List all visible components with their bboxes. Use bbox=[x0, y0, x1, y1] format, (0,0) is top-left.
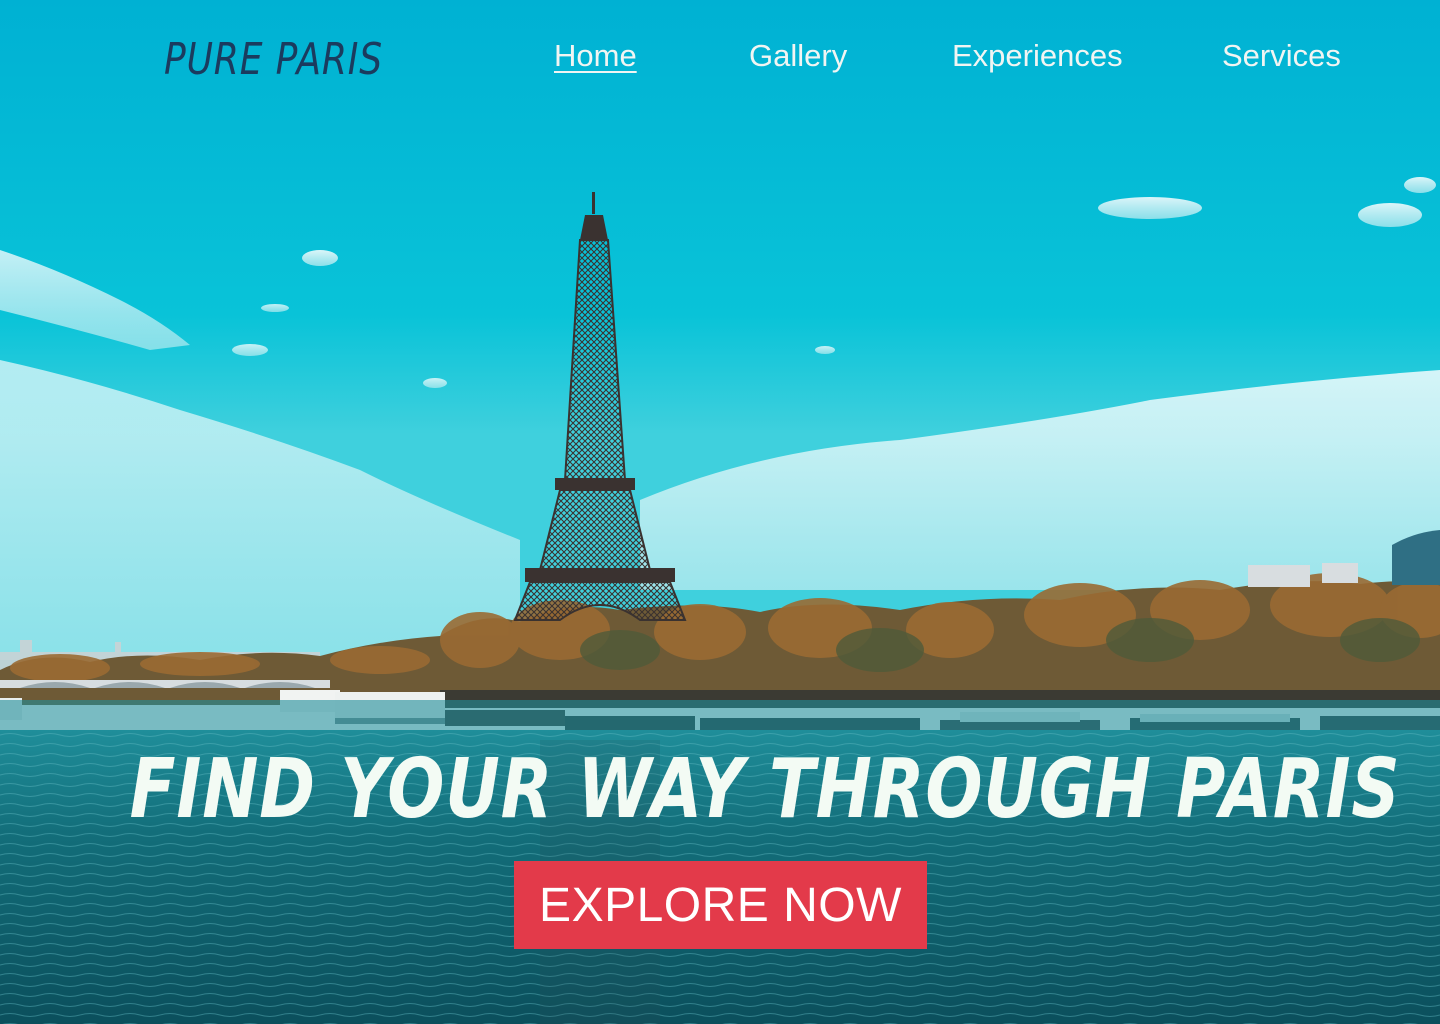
nav-item-services[interactable]: Services bbox=[1222, 38, 1341, 74]
site-header: PURE PARIS Home Gallery Experiences Serv… bbox=[0, 0, 1440, 120]
nav-item-home[interactable]: Home bbox=[554, 38, 637, 74]
nav-item-gallery[interactable]: Gallery bbox=[749, 38, 847, 74]
nav-item-experiences[interactable]: Experiences bbox=[952, 38, 1123, 74]
hero-headline: FIND YOUR WAY THROUGH PARIS bbox=[129, 742, 1401, 837]
main-nav: Home Gallery Experiences Services bbox=[0, 38, 1440, 78]
landing-page: PURE PARIS Home Gallery Experiences Serv… bbox=[0, 0, 1440, 1024]
explore-now-button[interactable]: EXPLORE NOW bbox=[514, 861, 927, 949]
